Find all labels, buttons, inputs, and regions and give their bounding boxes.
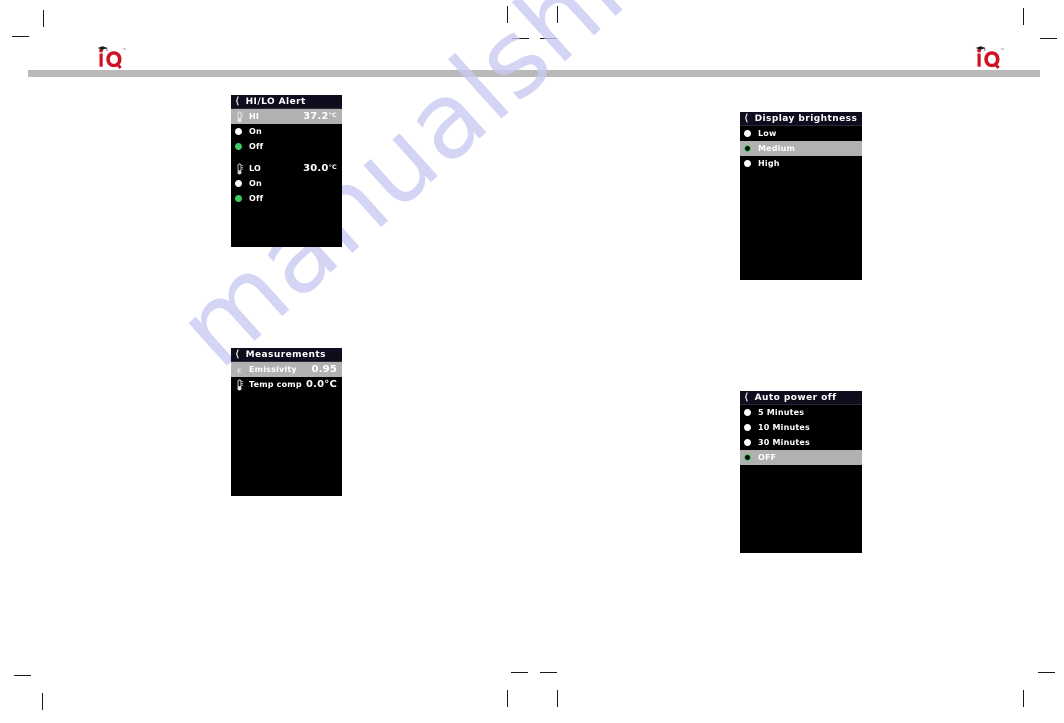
apo-titlebar: ⟨ Auto power off bbox=[740, 391, 862, 405]
epsilon-icon: ε bbox=[236, 364, 243, 375]
screen-measurements: ⟨ Measurements ε Emissivity 0.95 Temp co… bbox=[231, 348, 342, 496]
row-lo-value[interactable]: LO 30.0°C bbox=[231, 161, 342, 176]
temp-comp-label: Temp comp bbox=[249, 380, 302, 389]
hi-off-label: Off bbox=[249, 142, 264, 151]
crop-mark-bc-h-left bbox=[511, 672, 528, 673]
row-apo-off[interactable]: OFF bbox=[740, 450, 862, 465]
watermark: manualshive.com bbox=[0, 0, 1064, 723]
row-brightness-medium[interactable]: Medium bbox=[740, 141, 862, 156]
chevron-left-icon[interactable]: ⟨ bbox=[235, 96, 240, 107]
radio-icon-brightness-medium[interactable] bbox=[744, 145, 751, 152]
row-hi-off[interactable]: Off bbox=[231, 139, 342, 154]
brand-logo-right: ™ bbox=[974, 45, 1008, 71]
radio-icon-apo-10min[interactable] bbox=[744, 424, 751, 431]
apo-off-label: OFF bbox=[758, 453, 777, 462]
crop-mark-tc-h-left bbox=[512, 38, 529, 39]
crop-mark-bc-v-right bbox=[557, 690, 558, 707]
crop-mark-tc-h-right bbox=[540, 38, 557, 39]
temp-comp-value: 0.0°C bbox=[305, 379, 337, 390]
radio-icon-hi-on[interactable] bbox=[235, 128, 242, 135]
crop-mark-bc-h-right bbox=[540, 672, 557, 673]
brightness-titlebar: ⟨ Display brightness bbox=[740, 112, 862, 126]
crop-mark-tc-v-right bbox=[557, 6, 558, 23]
crop-mark-tl-v bbox=[43, 10, 44, 27]
row-temp-comp[interactable]: Temp comp 0.0°C bbox=[231, 377, 342, 392]
emissivity-value: 0.95 bbox=[311, 364, 337, 375]
hilo-title: HI/LO Alert bbox=[245, 96, 306, 107]
row-hi-value[interactable]: HI 37.2°C bbox=[231, 109, 342, 124]
row-apo-30min[interactable]: 30 Minutes bbox=[740, 435, 862, 450]
lo-label: LO bbox=[249, 164, 262, 173]
crop-mark-bl-h bbox=[14, 675, 31, 676]
apo-title: Auto power off bbox=[754, 392, 837, 403]
radio-icon-apo-off[interactable] bbox=[744, 454, 751, 461]
brand-logo-left: ™ bbox=[96, 45, 130, 71]
brightness-low-label: Low bbox=[758, 129, 777, 138]
hi-on-label: On bbox=[249, 127, 262, 136]
crop-mark-br-v bbox=[1023, 690, 1024, 707]
chevron-left-icon[interactable]: ⟨ bbox=[235, 349, 240, 360]
radio-icon-brightness-high[interactable] bbox=[744, 160, 751, 167]
brightness-high-label: High bbox=[758, 159, 780, 168]
emissivity-label: Emissivity bbox=[249, 365, 297, 374]
svg-text:™: ™ bbox=[1000, 47, 1004, 52]
chevron-left-icon[interactable]: ⟨ bbox=[744, 392, 749, 403]
hi-value: 37.2°C bbox=[303, 111, 337, 122]
header-divider bbox=[28, 70, 1040, 77]
brightness-medium-label: Medium bbox=[758, 144, 796, 153]
thermometer-icon bbox=[235, 111, 244, 122]
apo-10min-label: 10 Minutes bbox=[758, 423, 811, 432]
radio-icon-apo-30min[interactable] bbox=[744, 439, 751, 446]
row-apo-10min[interactable]: 10 Minutes bbox=[740, 420, 862, 435]
row-lo-off[interactable]: Off bbox=[231, 191, 342, 206]
row-hi-on[interactable]: On bbox=[231, 124, 342, 139]
chevron-left-icon[interactable]: ⟨ bbox=[744, 113, 749, 124]
radio-icon-apo-5min[interactable] bbox=[744, 409, 751, 416]
thermometer-icon bbox=[235, 379, 244, 390]
lo-value: 30.0°C bbox=[303, 163, 337, 174]
apo-30min-label: 30 Minutes bbox=[758, 438, 811, 447]
crop-mark-tc-v-left bbox=[507, 6, 508, 23]
thermometer-icon bbox=[235, 163, 244, 174]
measurements-title: Measurements bbox=[245, 349, 326, 360]
lo-off-label: Off bbox=[249, 194, 264, 203]
hi-label: HI bbox=[249, 112, 260, 121]
row-brightness-low[interactable]: Low bbox=[740, 126, 862, 141]
brightness-title: Display brightness bbox=[754, 113, 858, 124]
radio-icon-brightness-low[interactable] bbox=[744, 130, 751, 137]
crop-mark-bl-v bbox=[42, 693, 43, 710]
measurements-titlebar: ⟨ Measurements bbox=[231, 348, 342, 362]
radio-icon-hi-off[interactable] bbox=[235, 143, 242, 150]
lo-on-label: On bbox=[249, 179, 262, 188]
hilo-group-spacer bbox=[231, 154, 342, 161]
screen-hilo-alert: ⟨ HI/LO Alert HI 37.2°C On Off LO 30.0°C… bbox=[231, 95, 342, 247]
crop-mark-bc-v-left bbox=[507, 690, 508, 707]
screen-auto-power-off: ⟨ Auto power off 5 Minutes 10 Minutes 30… bbox=[740, 391, 862, 553]
apo-5min-label: 5 Minutes bbox=[758, 408, 805, 417]
crop-mark-tl-h bbox=[12, 36, 29, 37]
crop-mark-br-h bbox=[1038, 672, 1055, 673]
radio-icon-lo-on[interactable] bbox=[235, 180, 242, 187]
row-apo-5min[interactable]: 5 Minutes bbox=[740, 405, 862, 420]
row-brightness-high[interactable]: High bbox=[740, 156, 862, 171]
hilo-titlebar: ⟨ HI/LO Alert bbox=[231, 95, 342, 109]
svg-text:™: ™ bbox=[122, 47, 126, 52]
row-emissivity[interactable]: ε Emissivity 0.95 bbox=[231, 362, 342, 377]
radio-icon-lo-off[interactable] bbox=[235, 195, 242, 202]
row-lo-on[interactable]: On bbox=[231, 176, 342, 191]
crop-mark-tr-v bbox=[1023, 8, 1024, 25]
screen-display-brightness: ⟨ Display brightness Low Medium High bbox=[740, 112, 862, 280]
crop-mark-tr-h bbox=[1040, 38, 1057, 39]
